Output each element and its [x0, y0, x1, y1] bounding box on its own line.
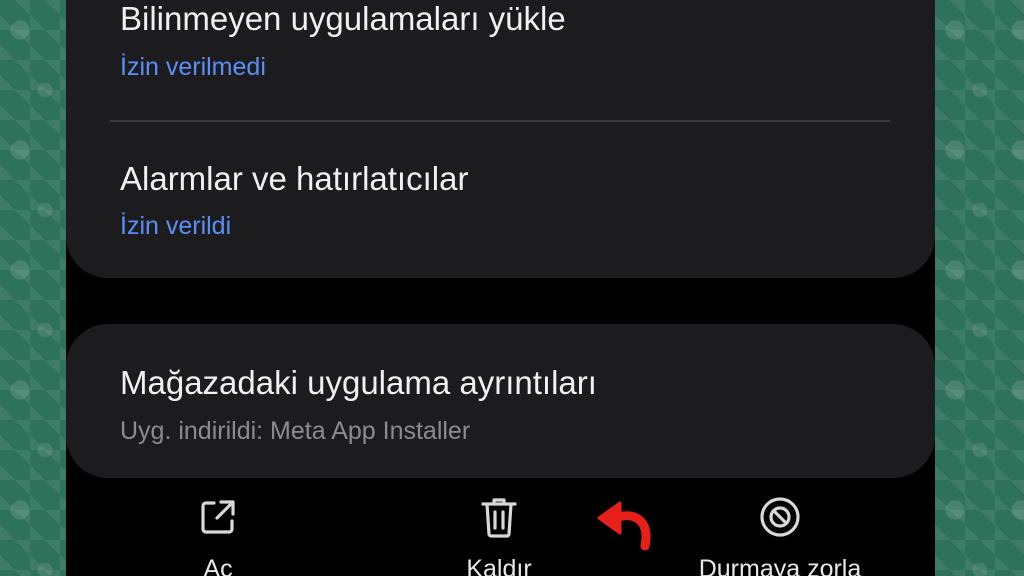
- alarms-reminders-title: Alarmlar ve hatırlatıcılar: [120, 160, 469, 197]
- alarms-reminders-status: İzin verildi: [120, 212, 232, 240]
- divider: [110, 120, 890, 122]
- force-stop-button[interactable]: Durmaya zorla: [680, 494, 880, 576]
- permissions-card: Bilinmeyen uygulamaları yükle İzin veril…: [66, 0, 935, 278]
- uninstall-label: Kaldır: [466, 555, 532, 576]
- app-info-screen: Bilinmeyen uygulamaları yükle İzin veril…: [66, 0, 935, 576]
- install-unknown-apps-title: Bilinmeyen uygulamaları yükle: [120, 0, 566, 37]
- force-stop-label: Durmaya zorla: [698, 555, 862, 576]
- wallpaper-left: [0, 0, 66, 576]
- red-curved-arrow-icon: [596, 500, 658, 558]
- trash-icon: [477, 494, 521, 539]
- store-details-row[interactable]: Mağazadaki uygulama ayrıntıları Uyg. ind…: [66, 324, 935, 478]
- open-label: Aç: [203, 555, 233, 576]
- block-icon: [758, 494, 802, 539]
- store-details-title: Mağazadaki uygulama ayrıntıları: [120, 364, 597, 401]
- open-external-icon: [196, 494, 240, 539]
- uninstall-button[interactable]: Kaldır: [399, 494, 599, 576]
- wallpaper-right: [935, 0, 1024, 576]
- open-button[interactable]: Aç: [118, 494, 318, 576]
- store-details-subtitle: Uyg. indirildi: Meta App Installer: [120, 417, 471, 445]
- install-unknown-apps-status: İzin verilmedi: [120, 53, 266, 81]
